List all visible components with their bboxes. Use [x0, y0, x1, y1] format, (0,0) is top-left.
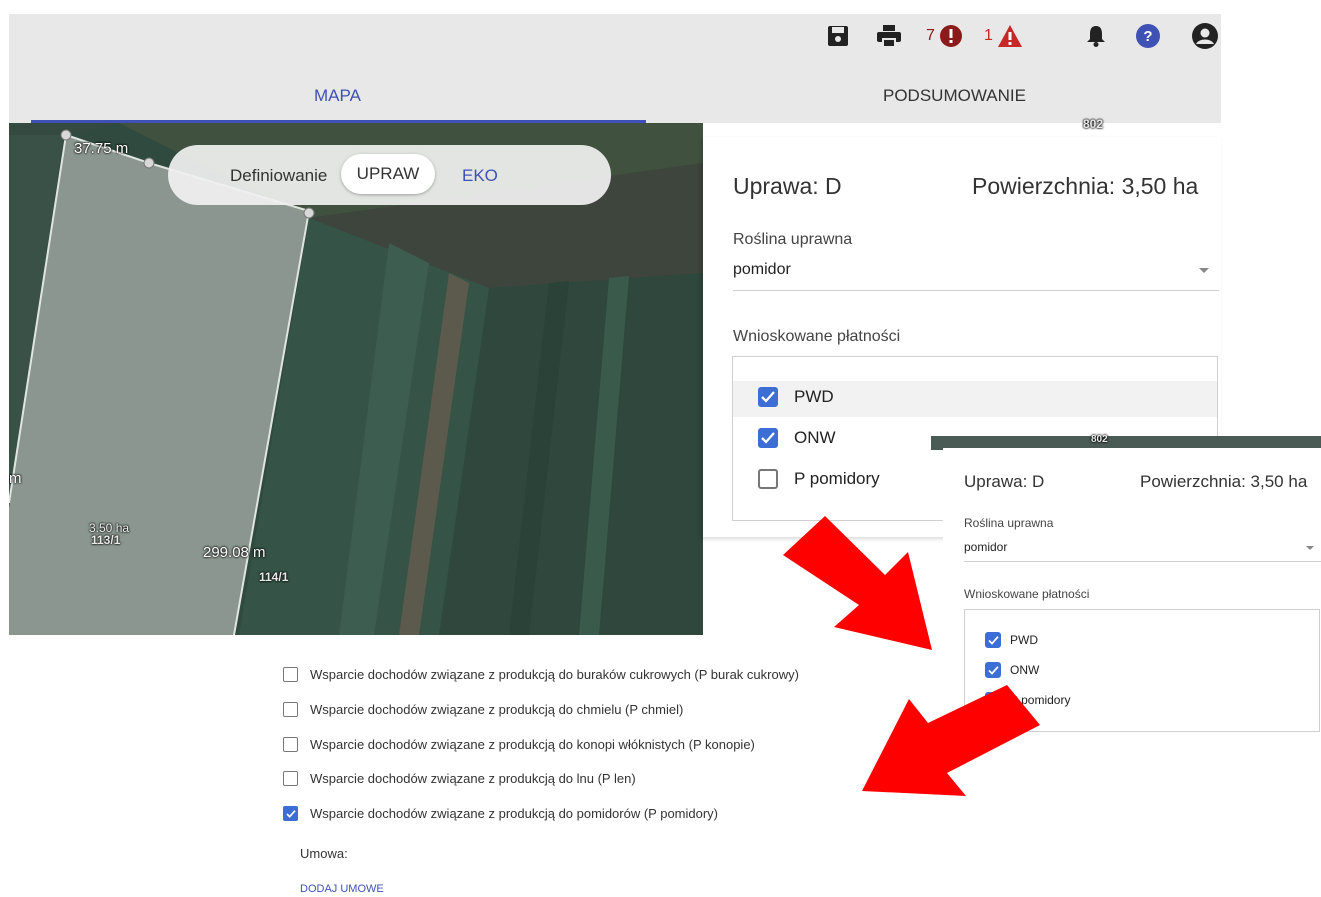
- annotation-arrows: [783, 516, 1040, 796]
- red-arrow-icon: [783, 516, 932, 650]
- red-arrow-icon: [862, 685, 1040, 796]
